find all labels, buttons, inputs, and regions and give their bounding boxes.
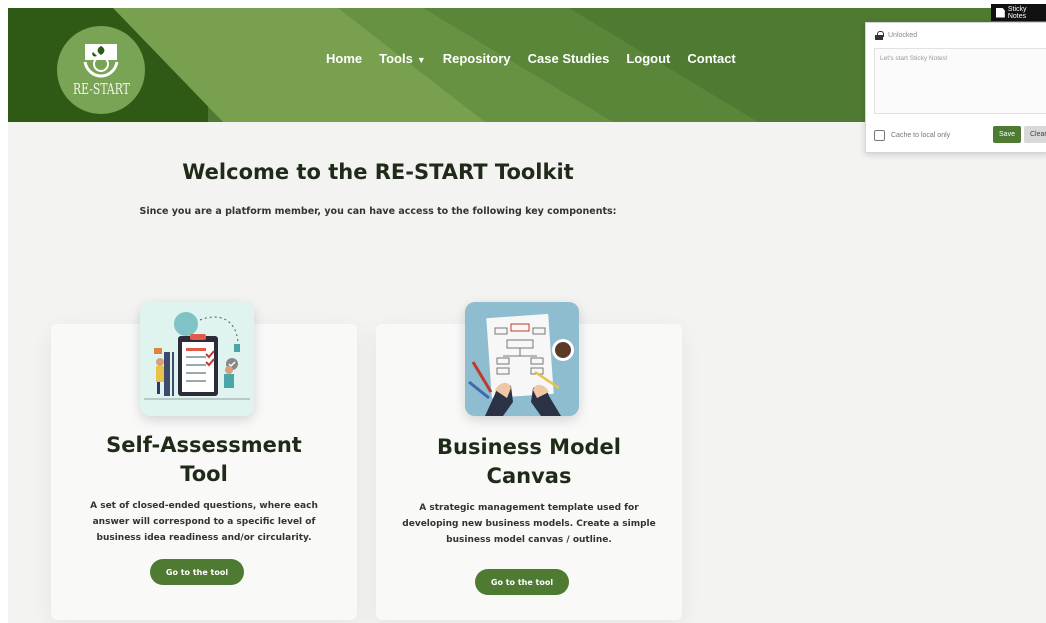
clear-button[interactable]: Clear [1024, 126, 1046, 143]
business-model-desc-line2: developing new business models. Create a… [402, 519, 656, 529]
cache-checkbox[interactable] [874, 130, 885, 141]
canvas-planning-illustration-icon [465, 302, 579, 416]
main-nav: Home Tools ▼ Repository Case Studies Logo… [326, 51, 753, 66]
cache-label: Cache to local only [891, 132, 951, 139]
business-model-title-line1: Business Model [437, 435, 621, 459]
business-model-title: Business Model Canvas [376, 433, 682, 491]
self-assessment-go-button[interactable]: Go to the tool [150, 559, 244, 585]
business-model-description: A strategic management template used for… [376, 500, 682, 548]
business-model-desc-line1: A strategic management template used for [419, 503, 639, 513]
self-assessment-title-line1: Self-Assessment [106, 433, 302, 457]
note-icon [996, 7, 1005, 18]
cache-local-option[interactable]: Cache to local only [874, 130, 950, 141]
business-model-title-line2: Canvas [486, 464, 572, 488]
nav-tools[interactable]: Tools ▼ [379, 51, 426, 66]
logo-wordmark: RE-START [72, 80, 130, 98]
nav-tools-label: Tools [379, 51, 413, 66]
checklist-illustration-icon [140, 302, 254, 416]
sticky-notes-tab-label: Sticky Notes [1007, 5, 1027, 20]
self-assessment-desc-line2: answer will correspond to a specific lev… [92, 517, 316, 527]
nav-logout[interactable]: Logout [626, 51, 670, 66]
sticky-notes-tab[interactable]: Sticky Notes [991, 4, 1046, 21]
nav-home[interactable]: Home [326, 51, 362, 66]
lock-status-label: Unlocked [888, 32, 918, 39]
lock-status[interactable]: Unlocked [875, 31, 917, 40]
self-assessment-title-line2: Tool [180, 462, 228, 486]
page-subtitle: Since you are a platform member, you can… [139, 206, 617, 217]
lock-icon [875, 31, 884, 40]
self-assessment-title: Self-Assessment Tool [51, 431, 357, 489]
restart-logo[interactable]: RE-START [57, 26, 145, 114]
hands-leaf-icon [83, 44, 119, 78]
nav-repository[interactable]: Repository [443, 51, 511, 66]
page-title: Welcome to the RE-START Toolkit [182, 160, 574, 184]
chevron-down-icon: ▼ [416, 55, 426, 65]
nav-case-studies[interactable]: Case Studies [528, 51, 610, 66]
nav-contact[interactable]: Contact [687, 51, 735, 66]
save-button[interactable]: Save [993, 126, 1021, 143]
sticky-notes-panel: Unlocked Let's start Sticky Notes! Cache… [865, 22, 1046, 153]
self-assessment-desc-line1: A set of closed-ended questions, where e… [90, 501, 318, 511]
business-model-go-button[interactable]: Go to the tool [475, 569, 569, 595]
business-model-desc-line3: business model canvas / outline. [446, 535, 612, 545]
sticky-note-textarea[interactable]: Let's start Sticky Notes! [874, 48, 1046, 114]
self-assessment-desc-line3: business idea readiness and/or circulari… [96, 533, 312, 543]
self-assessment-description: A set of closed-ended questions, where e… [51, 498, 357, 546]
